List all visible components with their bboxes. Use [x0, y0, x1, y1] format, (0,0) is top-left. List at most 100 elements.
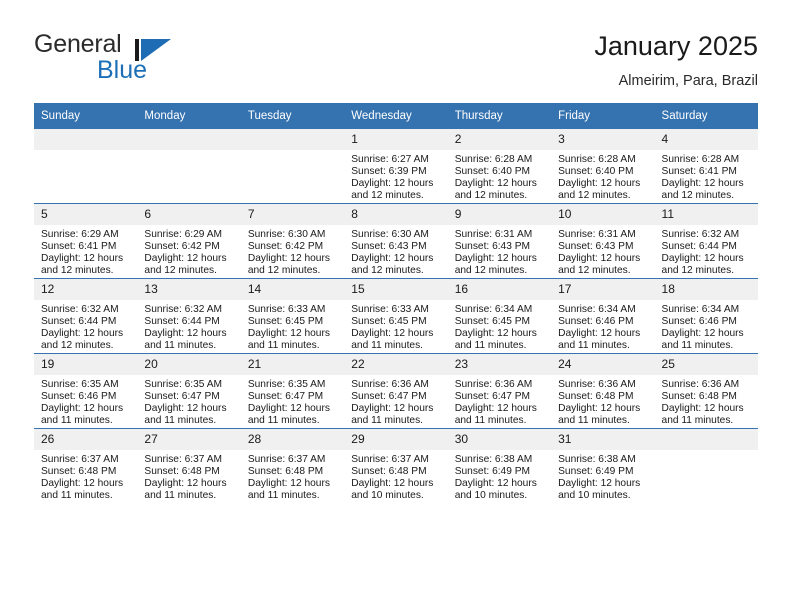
- calendar-day-cell[interactable]: 17 Sunrise: 6:34 AM Sunset: 6:46 PM Dayligh…: [551, 278, 655, 354]
- day-details: Sunrise: 6:38 AM Sunset: 6:49 PM Daylight:…: [448, 450, 551, 502]
- weekday-header-saturday: Saturday: [654, 103, 758, 129]
- page-title: January 2025: [594, 31, 758, 61]
- calendar-day-cell[interactable]: 22 Sunrise: 6:36 AM Sunset: 6:47 PM Dayligh…: [344, 353, 448, 429]
- day-number: 1: [344, 129, 448, 150]
- day-number: 5: [34, 204, 138, 225]
- sunrise-text: Sunrise: 6:29 AM: [144, 229, 223, 240]
- brand-name-primary: General: [34, 30, 122, 58]
- daylight-text: Daylight: 12 hours and 10 minutes.: [558, 477, 641, 501]
- sunset-text: Sunset: 6:44 PM: [661, 240, 737, 252]
- daylight-text: Daylight: 12 hours and 12 minutes.: [558, 177, 641, 201]
- day-number: 19: [34, 354, 138, 375]
- day-number: 15: [344, 279, 448, 300]
- daylight-text: Daylight: 12 hours and 11 minutes.: [247, 402, 330, 426]
- calendar-day-cell[interactable]: 18 Sunrise: 6:34 AM Sunset: 6:46 PM Dayligh…: [654, 278, 758, 354]
- day-details: Sunrise: 6:32 AM Sunset: 6:44 PM Daylight:…: [137, 300, 240, 352]
- calendar-day-cell[interactable]: 4 Sunrise: 6:28 AM Sunset: 6:41 PM Daylight…: [654, 129, 758, 204]
- sunset-text: Sunset: 6:46 PM: [558, 315, 634, 327]
- sunrise-text: Sunrise: 6:37 AM: [247, 454, 326, 465]
- daylight-text: Daylight: 12 hours and 12 minutes.: [351, 252, 434, 276]
- calendar-day-cell[interactable]: 23 Sunrise: 6:36 AM Sunset: 6:47 PM Dayligh…: [447, 353, 552, 429]
- calendar-day-cell[interactable]: 26 Sunrise: 6:37 AM Sunset: 6:48 PM Dayligh…: [34, 428, 138, 503]
- sunset-text: Sunset: 6:47 PM: [144, 390, 220, 402]
- calendar-day-cell[interactable]: 31 Sunrise: 6:38 AM Sunset: 6:49 PM Dayligh…: [551, 428, 655, 503]
- calendar-day-cell[interactable]: 30 Sunrise: 6:38 AM Sunset: 6:49 PM Dayligh…: [447, 428, 552, 503]
- sunrise-text: Sunrise: 6:31 AM: [558, 229, 636, 240]
- calendar-day-cell[interactable]: 2 Sunrise: 6:28 AM Sunset: 6:40 PM Daylight…: [447, 129, 552, 204]
- sunset-text: Sunset: 6:41 PM: [41, 240, 117, 252]
- daylight-text: Daylight: 12 hours and 12 minutes.: [454, 252, 537, 276]
- day-details: Sunrise: 6:36 AM Sunset: 6:47 PM Daylight:…: [448, 375, 551, 427]
- daylight-text: Daylight: 12 hours and 11 minutes.: [144, 327, 227, 351]
- daylight-text: Daylight: 12 hours and 10 minutes.: [454, 477, 537, 501]
- sunset-text: Sunset: 6:47 PM: [351, 390, 427, 402]
- sunrise-text: Sunrise: 6:29 AM: [41, 229, 119, 240]
- sunrise-text: Sunrise: 6:35 AM: [144, 379, 223, 390]
- daylight-text: Daylight: 12 hours and 11 minutes.: [144, 477, 227, 501]
- sunrise-text: Sunrise: 6:35 AM: [41, 379, 119, 390]
- daylight-text: Daylight: 12 hours and 12 minutes.: [41, 327, 124, 351]
- calendar-day-cell[interactable]: 20 Sunrise: 6:35 AM Sunset: 6:47 PM Dayligh…: [137, 353, 241, 429]
- daylight-text: Daylight: 12 hours and 11 minutes.: [41, 477, 124, 501]
- calendar-cell-empty: [654, 428, 758, 503]
- daylight-text: Daylight: 12 hours and 11 minutes.: [558, 402, 641, 426]
- sunset-text: Sunset: 6:46 PM: [661, 315, 737, 327]
- sunset-text: Sunset: 6:48 PM: [41, 465, 117, 477]
- day-number: 25: [654, 354, 758, 375]
- calendar-day-cell[interactable]: 9 Sunrise: 6:31 AM Sunset: 6:43 PM Daylight…: [447, 203, 552, 279]
- calendar-day-cell[interactable]: 1 Sunrise: 6:27 AM Sunset: 6:39 PM Daylight…: [344, 129, 448, 204]
- calendar-day-cell[interactable]: 28 Sunrise: 6:37 AM Sunset: 6:48 PM Dayligh…: [240, 428, 345, 503]
- calendar-day-cell[interactable]: 15 Sunrise: 6:33 AM Sunset: 6:45 PM Dayligh…: [344, 278, 448, 354]
- day-details: Sunrise: 6:33 AM Sunset: 6:45 PM Daylight:…: [344, 300, 447, 352]
- sunset-text: Sunset: 6:49 PM: [558, 465, 634, 477]
- day-details: Sunrise: 6:36 AM Sunset: 6:47 PM Daylight:…: [344, 375, 447, 427]
- calendar-day-cell[interactable]: 25 Sunrise: 6:36 AM Sunset: 6:48 PM Dayligh…: [654, 353, 758, 429]
- day-number: [137, 129, 241, 150]
- calendar-day-cell[interactable]: 8 Sunrise: 6:30 AM Sunset: 6:43 PM Daylight…: [344, 203, 448, 279]
- calendar-day-cell[interactable]: 12 Sunrise: 6:32 AM Sunset: 6:44 PM Dayligh…: [34, 278, 138, 354]
- sunset-text: Sunset: 6:45 PM: [351, 315, 427, 327]
- day-details: Sunrise: 6:32 AM Sunset: 6:44 PM Daylight:…: [655, 225, 758, 277]
- day-details: Sunrise: 6:34 AM Sunset: 6:46 PM Daylight:…: [551, 300, 654, 352]
- calendar-day-cell[interactable]: 27 Sunrise: 6:37 AM Sunset: 6:48 PM Dayligh…: [137, 428, 241, 503]
- weekday-header-row: Sunday Monday Tuesday Wednesday Thursday…: [34, 103, 758, 129]
- sunrise-text: Sunrise: 6:30 AM: [351, 229, 429, 240]
- calendar-day-cell[interactable]: 29 Sunrise: 6:37 AM Sunset: 6:48 PM Dayligh…: [344, 428, 448, 503]
- calendar-day-cell[interactable]: 14 Sunrise: 6:33 AM Sunset: 6:45 PM Dayligh…: [240, 278, 345, 354]
- page-subtitle: Almeirim, Para, Brazil: [618, 73, 758, 89]
- calendar-day-cell[interactable]: 7 Sunrise: 6:30 AM Sunset: 6:42 PM Daylight…: [240, 203, 345, 279]
- calendar-week-row: 19 Sunrise: 6:35 AM Sunset: 6:46 PM Dayligh…: [34, 353, 758, 429]
- day-number: 27: [137, 429, 241, 450]
- sunset-text: Sunset: 6:42 PM: [247, 240, 324, 252]
- day-number: 24: [551, 354, 655, 375]
- brand-logo[interactable]: General Blue: [34, 30, 254, 86]
- calendar-day-cell[interactable]: 11 Sunrise: 6:32 AM Sunset: 6:44 PM Dayligh…: [654, 203, 758, 279]
- calendar-day-cell[interactable]: 10 Sunrise: 6:31 AM Sunset: 6:43 PM Dayligh…: [551, 203, 655, 279]
- calendar-day-cell[interactable]: 13 Sunrise: 6:32 AM Sunset: 6:44 PM Dayligh…: [137, 278, 241, 354]
- day-details: Sunrise: 6:28 AM Sunset: 6:40 PM Daylight:…: [551, 150, 654, 202]
- sunset-text: Sunset: 6:45 PM: [247, 315, 324, 327]
- calendar-cell-empty: [34, 129, 138, 204]
- day-details: Sunrise: 6:28 AM Sunset: 6:41 PM Daylight:…: [655, 150, 758, 202]
- daylight-text: Daylight: 12 hours and 11 minutes.: [351, 327, 434, 351]
- calendar-day-cell[interactable]: 21 Sunrise: 6:35 AM Sunset: 6:47 PM Dayligh…: [240, 353, 345, 429]
- day-number: 12: [34, 279, 138, 300]
- calendar-day-cell[interactable]: 16 Sunrise: 6:34 AM Sunset: 6:45 PM Dayligh…: [447, 278, 552, 354]
- daylight-text: Daylight: 12 hours and 12 minutes.: [454, 177, 537, 201]
- daylight-text: Daylight: 12 hours and 10 minutes.: [351, 477, 434, 501]
- calendar-day-cell[interactable]: 6 Sunrise: 6:29 AM Sunset: 6:42 PM Daylight…: [137, 203, 241, 279]
- day-number: 16: [447, 279, 552, 300]
- day-details: Sunrise: 6:30 AM Sunset: 6:43 PM Daylight:…: [344, 225, 447, 277]
- calendar-day-cell[interactable]: 3 Sunrise: 6:28 AM Sunset: 6:40 PM Daylight…: [551, 129, 655, 204]
- calendar-day-cell[interactable]: 19 Sunrise: 6:35 AM Sunset: 6:46 PM Dayligh…: [34, 353, 138, 429]
- sunrise-text: Sunrise: 6:30 AM: [247, 229, 326, 240]
- calendar-day-cell[interactable]: 5 Sunrise: 6:29 AM Sunset: 6:41 PM Daylight…: [34, 203, 138, 279]
- sunset-text: Sunset: 6:44 PM: [41, 315, 117, 327]
- sunset-text: Sunset: 6:47 PM: [247, 390, 324, 402]
- day-number: 11: [654, 204, 758, 225]
- sunset-text: Sunset: 6:48 PM: [351, 465, 427, 477]
- daylight-text: Daylight: 12 hours and 11 minutes.: [41, 402, 124, 426]
- calendar-week-row: 26 Sunrise: 6:37 AM Sunset: 6:48 PM Dayligh…: [34, 428, 758, 503]
- sunrise-text: Sunrise: 6:37 AM: [41, 454, 119, 465]
- calendar-day-cell[interactable]: 24 Sunrise: 6:36 AM Sunset: 6:48 PM Dayligh…: [551, 353, 655, 429]
